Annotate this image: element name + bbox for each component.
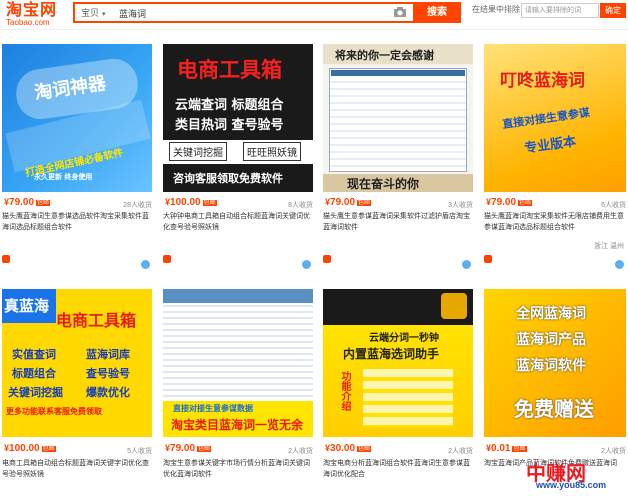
product-title[interactable]: 大钟钟电商工具箱自动组合标题蓝海词关键词优化查号验号照妖镜 xyxy=(163,211,313,234)
exclude-confirm-button[interactable]: 确定 xyxy=(600,3,626,18)
product-title[interactable]: 淘宝电商分析蓝海词组合软件蓝海词生意参谋蓝海词优化配合 xyxy=(323,458,473,481)
price: ¥79.00 包邮 xyxy=(325,197,372,208)
product-title[interactable]: 猫头鹰蓝海词淘宝采集软件无限店铺费用生意参谋蓝海词选品标题组合软件 xyxy=(484,211,626,234)
wangwang-chat-icon[interactable] xyxy=(302,260,311,269)
shop-icon[interactable] xyxy=(163,255,174,264)
buyers-count: 2人收货 xyxy=(448,448,473,455)
buyers-count: 2人收货 xyxy=(288,448,313,455)
product-image[interactable]: 真蓝海 电商工具箱 实值查词 蓝海词库 标题组合 查号验号 关键词挖掘 爆款优化… xyxy=(2,289,152,437)
camera-icon[interactable] xyxy=(393,6,407,18)
top-search-bar: 淘宝网 Taobao.com 宝贝 搜索 在结果中排除 请输入要排除的词 确定 xyxy=(0,0,628,30)
product-image[interactable]: 云端分词一秒钟 内置蓝海选词助手 功能介绍 xyxy=(323,289,473,437)
price: ¥79.00 包邮 xyxy=(486,197,533,208)
search-input[interactable] xyxy=(119,6,419,20)
wangwang-chat-icon[interactable] xyxy=(462,260,471,269)
wangwang-chat-icon[interactable] xyxy=(615,260,624,269)
product-image[interactable]: 直接对接生意参谋数据 淘宝类目蓝海词一览无余 xyxy=(163,289,313,437)
product-title[interactable]: 猫头鹰蓝海词生意参谋选品软件淘宝采集软件蓝海词选品标题组合软件 xyxy=(2,211,152,234)
wangwang-chat-icon[interactable] xyxy=(141,260,150,269)
shop-location: 浙江 温州 xyxy=(594,243,624,250)
buyers-count: 3人收货 xyxy=(448,202,473,209)
watermark-url: www.you85.com xyxy=(536,480,607,490)
exclude-label: 在结果中排除 xyxy=(472,5,520,14)
product-title[interactable]: 猫头鹰生意参谋蓝海词采集软件过滤护盾店淘宝蓝海词软件 xyxy=(323,211,473,234)
price: ¥100.00 包邮 xyxy=(4,443,56,454)
search-scope-dropdown[interactable]: 宝贝 xyxy=(81,6,106,19)
shop-icon[interactable] xyxy=(2,255,13,264)
price: ¥100.00 包邮 xyxy=(165,197,217,208)
exclude-input[interactable]: 请输入要排除的词 xyxy=(521,3,599,18)
product-title[interactable]: 电商工具箱自动组合标题蓝海词关键字词优化查号验号照妖镜 xyxy=(2,458,152,481)
product-title[interactable]: 淘宝生意参谋关键字市场行情分析蓝海词关键词优化蓝海词软件 xyxy=(163,458,313,481)
search-box: 宝贝 搜索 xyxy=(73,2,461,23)
product-image[interactable]: 叮咚蓝海词 直接对接生意参谋 专业版本 xyxy=(484,44,626,192)
buyers-count: 5人收货 xyxy=(127,448,152,455)
product-image[interactable]: 全网蓝海词 蓝海词产品 蓝海词软件 免费赠送 xyxy=(484,289,626,437)
price: ¥79.00 包邮 xyxy=(4,197,51,208)
product-image[interactable]: 淘词神器 打造全网店铺必备软件 永久更新 终身使用 xyxy=(2,44,152,192)
price: ¥0.01 包邮 xyxy=(486,443,527,454)
product-image[interactable]: 将来的你一定会感谢 现在奋斗的你 xyxy=(323,44,473,192)
taobao-logo[interactable]: 淘宝网 Taobao.com xyxy=(6,1,66,27)
shop-icon[interactable] xyxy=(323,255,334,264)
shop-icon[interactable] xyxy=(484,255,495,264)
search-button[interactable]: 搜索 xyxy=(413,2,461,23)
buyers-count: 2人收货 xyxy=(601,448,626,455)
buyers-count: 28人收货 xyxy=(123,202,152,209)
buyers-count: 6人收货 xyxy=(601,202,626,209)
price: ¥30.00 包邮 xyxy=(325,443,372,454)
product-image[interactable]: 电商工具箱 云端查词 标题组合 类目热词 查号验号 关键词挖掘 旺旺照妖镜 咨询… xyxy=(163,44,313,192)
buyers-count: 8人收货 xyxy=(288,202,313,209)
price: ¥79.00 包邮 xyxy=(165,443,212,454)
